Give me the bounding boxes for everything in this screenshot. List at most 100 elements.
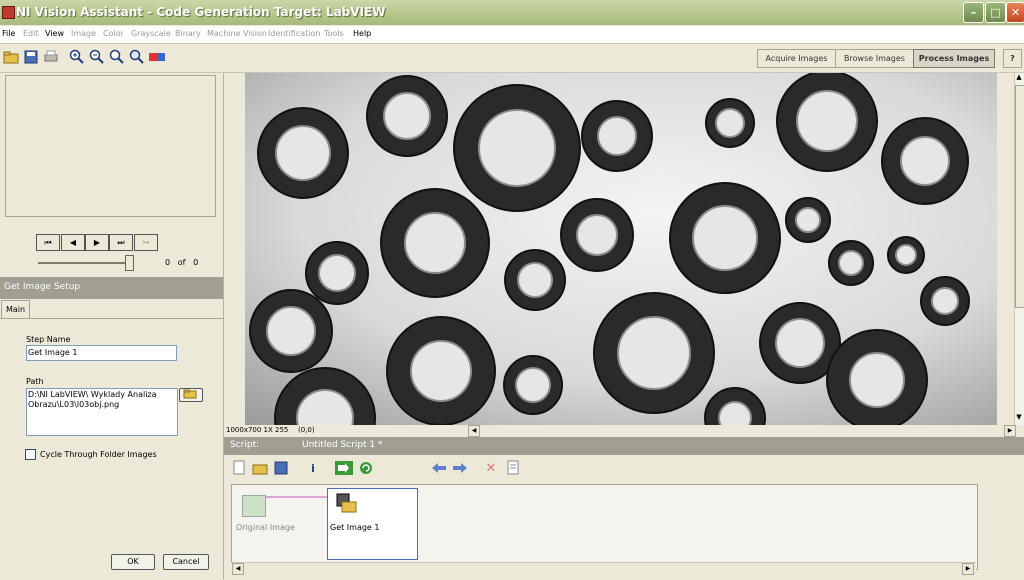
menu-image[interactable]: Image — [71, 29, 96, 38]
cycle-folder-checkbox[interactable] — [25, 449, 36, 460]
folder-open-icon — [183, 389, 197, 399]
step-name-field[interactable]: Get Image 1 — [26, 345, 177, 361]
return-arrow-icon[interactable]: ↪ — [134, 234, 158, 251]
hscroll-right-arrow-icon[interactable]: ▶ — [1004, 425, 1016, 437]
print-icon[interactable] — [42, 48, 60, 66]
original-image-step-label: Original Image — [236, 523, 295, 532]
menu-grayscale[interactable]: Grayscale — [131, 29, 171, 38]
path-label: Path — [26, 377, 44, 386]
save-icon[interactable] — [22, 48, 40, 66]
close-button[interactable]: ✕ — [1006, 2, 1024, 23]
browse-folder-button[interactable] — [179, 388, 203, 402]
maximize-button[interactable]: □ — [985, 2, 1006, 23]
process-images-tab[interactable]: Process Images — [913, 49, 995, 68]
image-slider-track[interactable] — [38, 262, 132, 264]
zoom-fit-icon[interactable] — [128, 48, 146, 66]
run-continuous-icon[interactable] — [357, 459, 375, 477]
previous-image-button[interactable]: ◀ — [61, 234, 85, 251]
image-slider-thumb[interactable] — [125, 255, 134, 271]
cancel-button[interactable]: Cancel — [163, 554, 209, 570]
washer-hole — [692, 205, 758, 271]
script-name: Untitled Script 1 * — [302, 440, 383, 450]
acquire-images-tab[interactable]: Acquire Images — [757, 49, 836, 68]
washer-hole — [931, 287, 959, 315]
palette-icon[interactable] — [148, 48, 166, 66]
washer-hole — [838, 250, 864, 276]
original-image-step-icon[interactable] — [242, 495, 266, 517]
new-script-icon[interactable] — [230, 459, 248, 477]
next-image-button[interactable]: ▶ — [85, 234, 109, 251]
washers-image — [245, 73, 997, 425]
script-horizontal-scrollbar[interactable]: ◀ ▶ — [231, 562, 976, 575]
image-info: 1000x700 1X 255 — [226, 426, 289, 434]
setup-title: Get Image Setup — [4, 282, 81, 292]
save-script-icon[interactable] — [272, 459, 290, 477]
menu-machine-vision[interactable]: Machine Vision — [207, 29, 267, 38]
open-script-icon[interactable] — [251, 459, 269, 477]
washer-hole — [266, 306, 316, 356]
washer-hole — [895, 244, 917, 266]
washer-hole — [597, 116, 637, 156]
image-counter-value: 0 — [165, 258, 171, 267]
script-header: Script: Untitled Script 1 * — [224, 437, 1024, 455]
image-counter-total: 0 — [193, 258, 199, 267]
menu-identification[interactable]: Identification — [268, 29, 320, 38]
step-name-label: Step Name — [26, 335, 71, 344]
script-scroll-left-icon[interactable]: ◀ — [232, 563, 244, 575]
washer-hole — [410, 340, 472, 402]
open-image-icon[interactable] — [2, 48, 20, 66]
menu-color[interactable]: Color — [103, 29, 124, 38]
image-display[interactable] — [245, 73, 997, 425]
run-once-icon[interactable] — [335, 459, 353, 477]
last-image-button[interactable]: ⏭ — [109, 234, 133, 251]
washer-hole — [404, 212, 466, 274]
menu-help[interactable]: Help — [353, 29, 371, 38]
setup-panel-header: Get Image Setup — [0, 277, 223, 299]
washer-hole — [718, 401, 752, 425]
move-left-icon[interactable] — [430, 459, 448, 477]
menu-view[interactable]: View — [45, 29, 64, 38]
tab-main[interactable]: Main — [1, 300, 30, 318]
menu-binary[interactable]: Binary — [175, 29, 201, 38]
washer-hole — [796, 90, 858, 152]
washer-hole — [275, 125, 331, 181]
script-toolbar: i ✕ — [224, 455, 1024, 482]
menu-file[interactable]: File — [2, 29, 15, 38]
step-properties-icon[interactable] — [504, 459, 522, 477]
title-bar: NI Vision Assistant - Code Generation Ta… — [0, 0, 1024, 25]
scroll-up-arrow-icon[interactable]: ▲ — [1015, 73, 1023, 82]
washer-hole — [617, 316, 691, 390]
washer-hole — [795, 207, 821, 233]
path-field[interactable]: D:\NI LabVIEW\ Wyklady Analiza Obrazu\L0… — [26, 388, 178, 436]
get-image-step[interactable]: Get Image 1 — [327, 488, 418, 560]
image-scroll-thumb[interactable] — [1015, 85, 1024, 308]
image-status-bar: 1000x700 1X 255 (0,0) ◀ ▶ — [224, 425, 1024, 437]
script-canvas[interactable]: Original Image Get Image 1 — [231, 484, 978, 570]
zoom-in-icon[interactable] — [68, 48, 86, 66]
first-image-button[interactable]: ⏮ — [36, 234, 60, 251]
delete-step-icon[interactable]: ✕ — [482, 459, 500, 477]
washer-hole — [849, 352, 905, 408]
get-image-step-label: Get Image 1 — [330, 523, 380, 532]
washer-hole — [517, 262, 553, 298]
browse-images-tab[interactable]: Browse Images — [835, 49, 914, 68]
script-info-icon[interactable]: i — [304, 459, 322, 477]
image-browser-preview[interactable] — [5, 75, 216, 217]
zoom-out-icon[interactable] — [88, 48, 106, 66]
menu-bar: File Edit View Image Color Grayscale Bin… — [0, 26, 1024, 44]
washer-hole — [383, 92, 431, 140]
hscroll-left-arrow-icon[interactable]: ◀ — [468, 425, 480, 437]
minimize-button[interactable]: – — [963, 2, 984, 23]
ok-button[interactable]: OK — [111, 554, 155, 570]
scroll-down-arrow-icon[interactable]: ▼ — [1015, 413, 1023, 422]
move-right-icon[interactable] — [451, 459, 469, 477]
cycle-folder-label: Cycle Through Folder Images — [40, 450, 157, 459]
menu-edit[interactable]: Edit — [23, 29, 39, 38]
menu-tools[interactable]: Tools — [324, 29, 344, 38]
help-icon[interactable]: ? — [1003, 49, 1022, 68]
washer-hole — [900, 136, 950, 186]
washer-hole — [576, 214, 618, 256]
washer-hole — [715, 108, 745, 138]
zoom-1to1-icon[interactable] — [108, 48, 126, 66]
script-scroll-right-icon[interactable]: ▶ — [962, 563, 974, 575]
